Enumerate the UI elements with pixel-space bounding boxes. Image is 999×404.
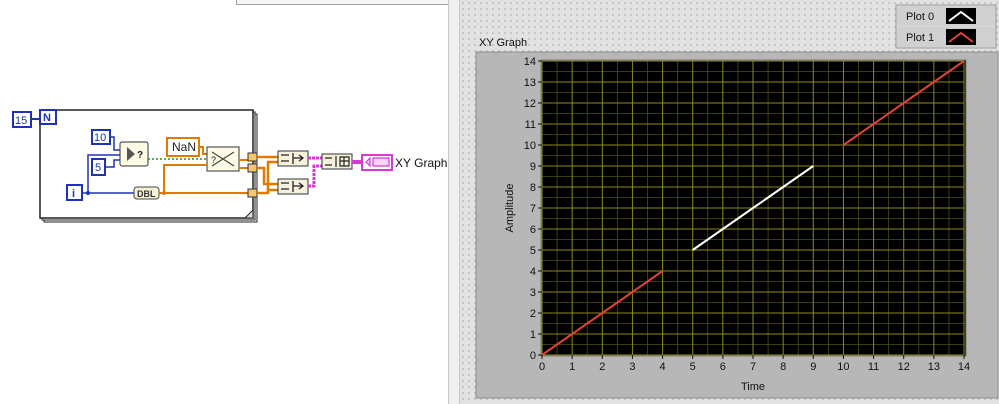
dbl-label: DBL xyxy=(137,189,156,199)
tunnel-3[interactable] xyxy=(247,188,258,198)
y-tick-label: 13 xyxy=(524,77,536,89)
legend-label-1: Plot 1 xyxy=(906,32,934,44)
wire-junction-2 xyxy=(162,191,166,195)
wire-t3 xyxy=(257,160,278,195)
xy-graph-terminal-label: XY Graph xyxy=(395,156,447,170)
cluster-wire-2 xyxy=(308,164,322,188)
y-tick-label: 11 xyxy=(525,119,536,131)
x-tick-label: 11 xyxy=(868,361,879,373)
legend-swatch-1 xyxy=(946,29,976,45)
x-tick-label: 9 xyxy=(810,361,816,373)
x-tick-label: 8 xyxy=(780,361,786,373)
graph-label: XY Graph xyxy=(479,37,527,49)
tunnel-2[interactable] xyxy=(247,163,258,173)
x-tick-label: 4 xyxy=(660,361,666,373)
x-tick-label: 12 xyxy=(898,361,910,373)
xy-graph-terminal-glyph xyxy=(365,156,390,168)
x-tick-label: 7 xyxy=(750,361,756,373)
y-tick-label: 3 xyxy=(530,287,536,299)
in-range-q: ? xyxy=(137,150,143,161)
iteration-terminal: i xyxy=(72,188,75,200)
select-q: ? xyxy=(211,155,216,165)
x-tick-label: 5 xyxy=(690,361,696,373)
count-constant: 15 xyxy=(15,115,27,127)
y-tick-label: 12 xyxy=(524,98,536,110)
block-diagram: 15 N i 10 5 ? NaN ? DBL XY Graph xyxy=(0,0,458,404)
x-tick-label: 14 xyxy=(958,361,970,373)
constant-5: 5 xyxy=(95,162,101,174)
diagram-canvas: 15 N i 10 5 ? NaN ? DBL XY Graph xyxy=(12,109,447,223)
pane-divider[interactable] xyxy=(448,0,460,404)
y-axis-label: Amplitude xyxy=(504,184,516,233)
y-tick-label: 0 xyxy=(530,350,536,362)
x-tick-label: 6 xyxy=(720,361,726,373)
xy-graph[interactable]: Plot 0 Plot 1 XY Graph 0 1 2 3 4 5 6 7 8 9 10 11 12 1… xyxy=(460,0,999,404)
y-tick-label: 4 xyxy=(530,266,536,278)
front-panel: Plot 0 Plot 1 XY Graph 0 1 2 3 4 5 6 7 8 9 10 11 12 1… xyxy=(460,0,999,404)
legend-label-0: Plot 0 xyxy=(906,11,934,23)
y-tick-label: 8 xyxy=(530,182,536,194)
tunnel-1[interactable] xyxy=(247,152,258,162)
plot-legend[interactable]: Plot 0 Plot 1 xyxy=(895,4,997,49)
y-tick-label: 1 xyxy=(530,329,536,341)
constant-10: 10 xyxy=(94,132,106,144)
y-tick-label: 5 xyxy=(530,245,536,257)
y-tick-label: 10 xyxy=(524,140,536,152)
nan-constant: NaN xyxy=(172,140,196,154)
y-tick-label: 7 xyxy=(530,203,536,215)
count-terminal: N xyxy=(43,112,51,124)
legend-swatch-0 xyxy=(946,8,976,24)
x-tick-label: 2 xyxy=(599,361,605,373)
x-tick-label: 10 xyxy=(837,361,849,373)
x-axis-label: Time xyxy=(741,381,765,393)
y-tick-label: 6 xyxy=(530,224,536,236)
y-tick-label: 2 xyxy=(530,308,536,320)
x-tick-label: 13 xyxy=(928,361,940,373)
wire-t3b xyxy=(266,188,278,193)
y-tick-label: 9 xyxy=(530,161,536,173)
y-tick-label: 14 xyxy=(524,56,536,68)
x-tick-label: 3 xyxy=(629,361,635,373)
x-tick-label: 0 xyxy=(539,361,545,373)
x-tick-label: 1 xyxy=(569,361,575,373)
wire-junction xyxy=(86,191,90,195)
